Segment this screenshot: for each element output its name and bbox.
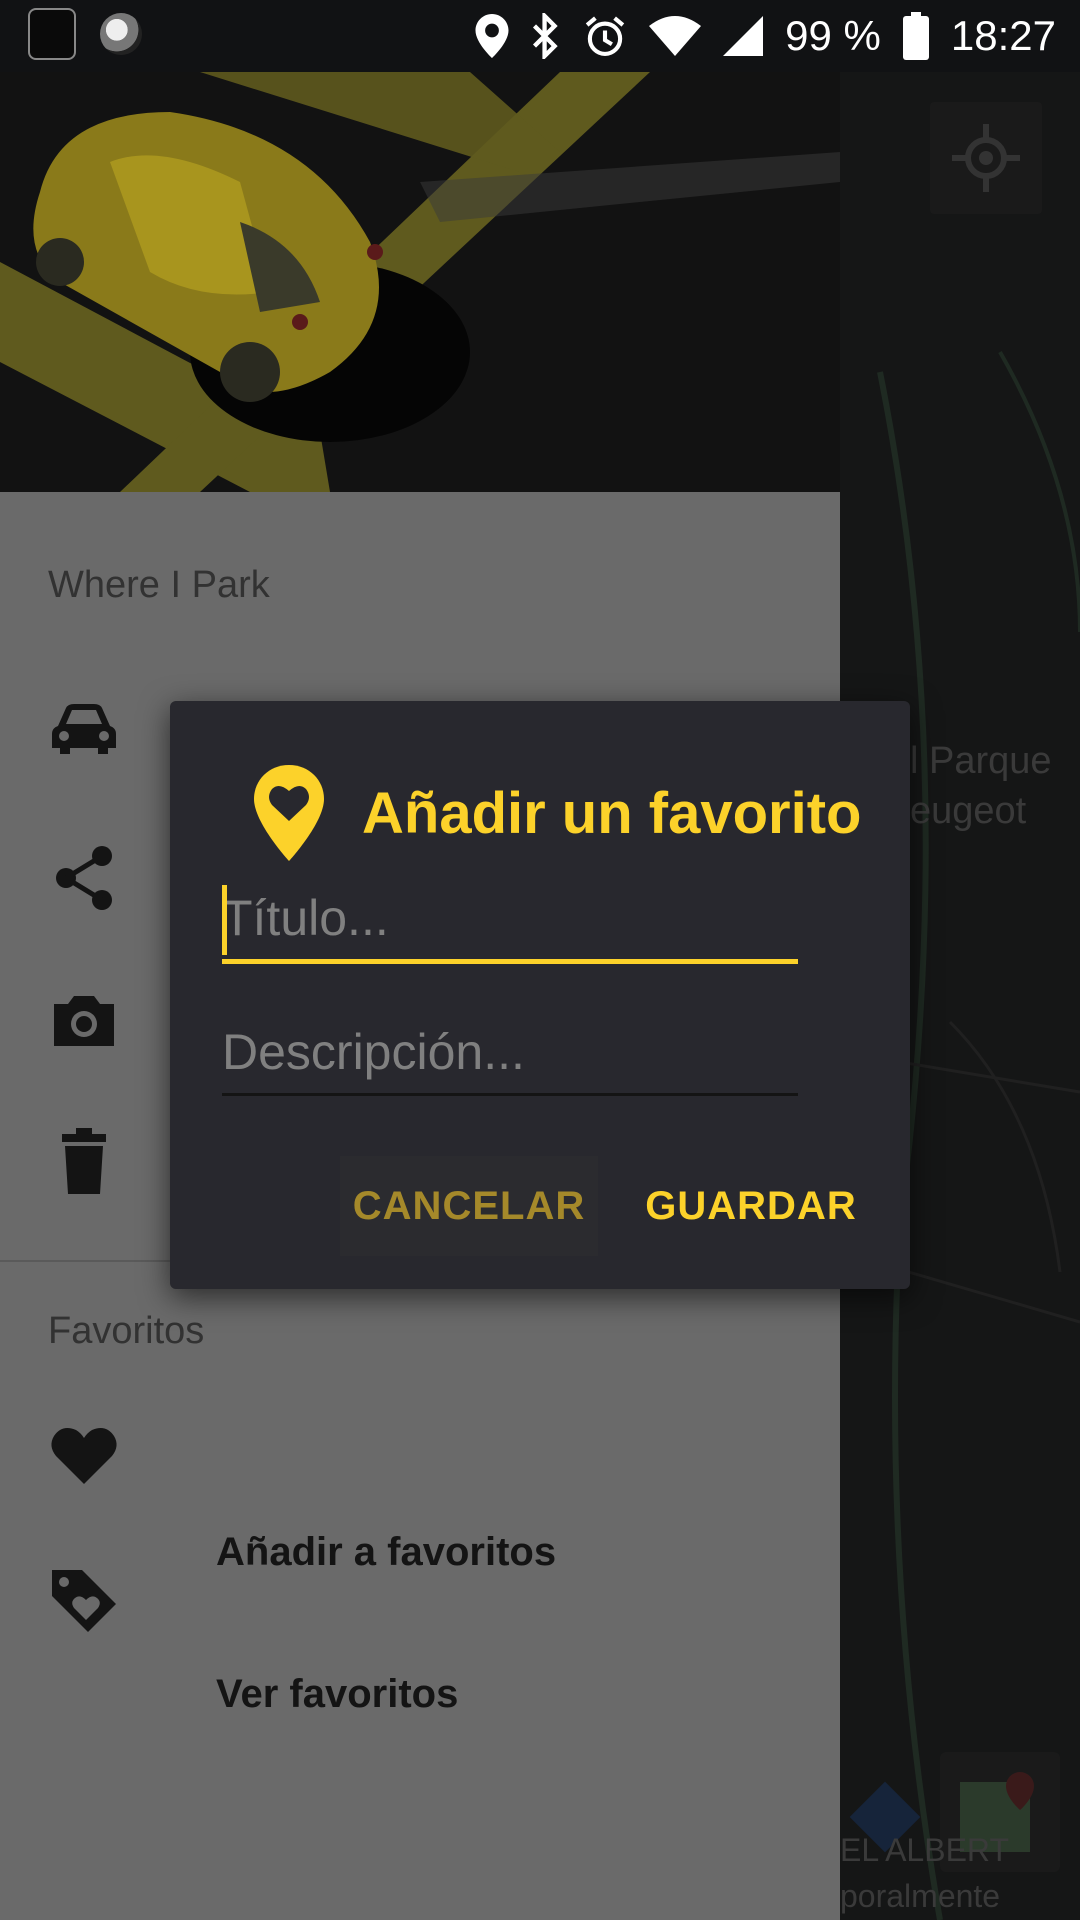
tag-heart-icon: [48, 1564, 120, 1636]
drawer-header-image: [0, 72, 840, 492]
cancel-button[interactable]: CANCELAR: [340, 1156, 598, 1256]
map-bottom-label: EL ALBERT: [840, 1832, 1009, 1868]
battery-icon: [902, 12, 929, 60]
status-bar: 99 % 18:27: [0, 0, 1080, 72]
title-underline: [222, 959, 798, 964]
description-input[interactable]: [222, 1017, 798, 1087]
app-title: Where I Park: [48, 564, 270, 606]
clock: 18:27: [950, 12, 1056, 59]
wifi-icon: [649, 16, 702, 56]
description-field[interactable]: [222, 1017, 798, 1096]
trash-icon[interactable]: [48, 1126, 120, 1198]
map-label: l Parque: [910, 740, 1052, 782]
my-location-button[interactable]: [930, 102, 1042, 214]
bluetooth-icon: [533, 13, 558, 59]
notification-app-icon: [28, 8, 76, 60]
camera-icon[interactable]: [48, 984, 120, 1056]
map-label: eugeot: [910, 790, 1027, 832]
text-cursor: [222, 885, 227, 955]
gps-target-icon: [952, 124, 1020, 192]
map-bottom-label: poralmente: [840, 1878, 1001, 1914]
cell-signal-icon: [723, 16, 764, 56]
location-icon: [475, 14, 509, 58]
sync-notification-icon: [100, 13, 142, 55]
share-icon[interactable]: [48, 842, 120, 914]
heart-icon: [48, 1420, 120, 1492]
car-icon[interactable]: [48, 692, 120, 764]
heart-location-pin-icon: [254, 765, 324, 861]
menu-item-label: Añadir a favoritos: [216, 1530, 557, 1574]
add-favorite-dialog: Añadir un favorito CANCELAR GUARDAR: [170, 701, 910, 1289]
battery-percent: 99 %: [785, 12, 881, 59]
description-underline: [222, 1093, 798, 1096]
yellow-car-parking-photo: [0, 72, 840, 492]
dialog-title: Añadir un favorito: [362, 780, 862, 846]
title-input[interactable]: [222, 883, 798, 953]
save-button[interactable]: GUARDAR: [620, 1156, 882, 1256]
menu-item-label: Ver favoritos: [216, 1672, 459, 1716]
dialog-header: Añadir un favorito: [254, 753, 861, 873]
title-field[interactable]: [222, 883, 798, 964]
favorites-section-title: Favoritos: [48, 1310, 205, 1352]
alarm-icon: [585, 16, 625, 56]
